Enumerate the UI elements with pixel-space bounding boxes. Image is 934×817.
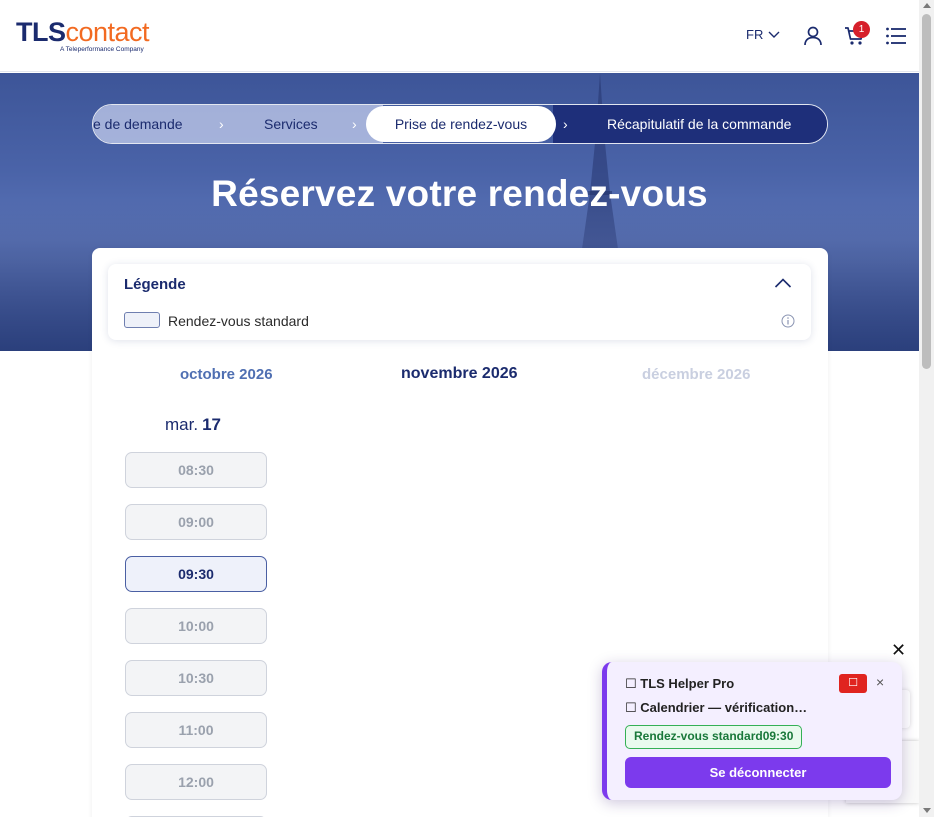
day-name: mar. bbox=[165, 415, 199, 434]
legend-label-standard: Rendez-vous standard bbox=[168, 313, 309, 329]
day-header: mar. 17 bbox=[165, 415, 221, 435]
day-number: 17 bbox=[202, 415, 221, 434]
logo-contact-text: contact bbox=[65, 17, 150, 47]
chevron-right-icon: › bbox=[219, 116, 224, 132]
time-slot[interactable]: 08:30 bbox=[125, 452, 267, 488]
logo-tls-text: TLS bbox=[16, 17, 66, 47]
language-label: FR bbox=[746, 27, 764, 42]
month-previous[interactable]: octobre 2026 bbox=[180, 366, 273, 383]
chevron-right-icon: › bbox=[352, 116, 357, 132]
site-header: TLScontact A Teleperformance Company FR … bbox=[0, 0, 919, 72]
legend-panel: Légende Rendez-vous standard bbox=[108, 264, 811, 340]
cart-count-badge: 1 bbox=[853, 21, 870, 38]
helper-status: ☐ Calendrier — vérification… bbox=[625, 700, 808, 715]
tlscontact-logo[interactable]: TLScontact A Teleperformance Company bbox=[16, 17, 150, 53]
time-slot[interactable]: 10:30 bbox=[125, 660, 267, 696]
page-scrollbar[interactable] bbox=[919, 0, 934, 817]
scroll-thumb[interactable] bbox=[922, 14, 931, 369]
time-slot[interactable]: 11:00 bbox=[125, 712, 267, 748]
legend-title: Légende bbox=[124, 276, 186, 293]
month-current: novembre 2026 bbox=[401, 365, 518, 382]
step-request[interactable]: e de demande bbox=[93, 105, 183, 143]
chevron-down-icon bbox=[768, 31, 780, 38]
progress-stepper: e de demande › Services › Prise de rende… bbox=[92, 104, 828, 144]
time-slot[interactable]: 12:00 bbox=[125, 764, 267, 800]
time-slot[interactable]: 10:00 bbox=[125, 608, 267, 644]
month-next[interactable]: décembre 2026 bbox=[642, 366, 750, 383]
time-slot[interactable]: 09:00 bbox=[125, 504, 267, 540]
step-appointment-active[interactable]: Prise de rendez-vous bbox=[366, 106, 556, 142]
step-services[interactable]: Services bbox=[264, 105, 318, 143]
helper-panel: ☐ TLS Helper Pro ☐ × ☐ Calendrier — véri… bbox=[602, 662, 902, 800]
found-slot-chip: Rendez-vous standard09:30 bbox=[625, 725, 803, 749]
helper-title: ☐ TLS Helper Pro bbox=[625, 676, 735, 691]
time-slot-available[interactable]: 09:30 bbox=[125, 556, 267, 592]
helper-close-icon[interactable]: × bbox=[876, 674, 884, 690]
menu-icon[interactable] bbox=[884, 24, 908, 48]
chevron-right-icon: › bbox=[563, 116, 568, 132]
user-icon[interactable] bbox=[801, 24, 825, 48]
chevron-up-icon[interactable] bbox=[774, 276, 792, 290]
page-title: Réservez votre rendez-vous bbox=[211, 173, 708, 214]
logo-subtitle: A Teleperformance Company bbox=[60, 46, 144, 53]
info-icon[interactable] bbox=[781, 314, 795, 328]
scroll-up-arrow[interactable] bbox=[923, 3, 931, 8]
close-icon[interactable]: ✕ bbox=[891, 640, 906, 661]
scroll-down-arrow[interactable] bbox=[923, 808, 931, 813]
language-selector[interactable]: FR bbox=[746, 27, 780, 42]
step-summary[interactable]: Récapitulatif de la commande bbox=[607, 105, 791, 143]
legend-swatch-standard bbox=[124, 312, 160, 328]
logout-button[interactable]: Se déconnecter bbox=[625, 757, 891, 788]
stop-button[interactable]: ☐ bbox=[839, 674, 867, 693]
